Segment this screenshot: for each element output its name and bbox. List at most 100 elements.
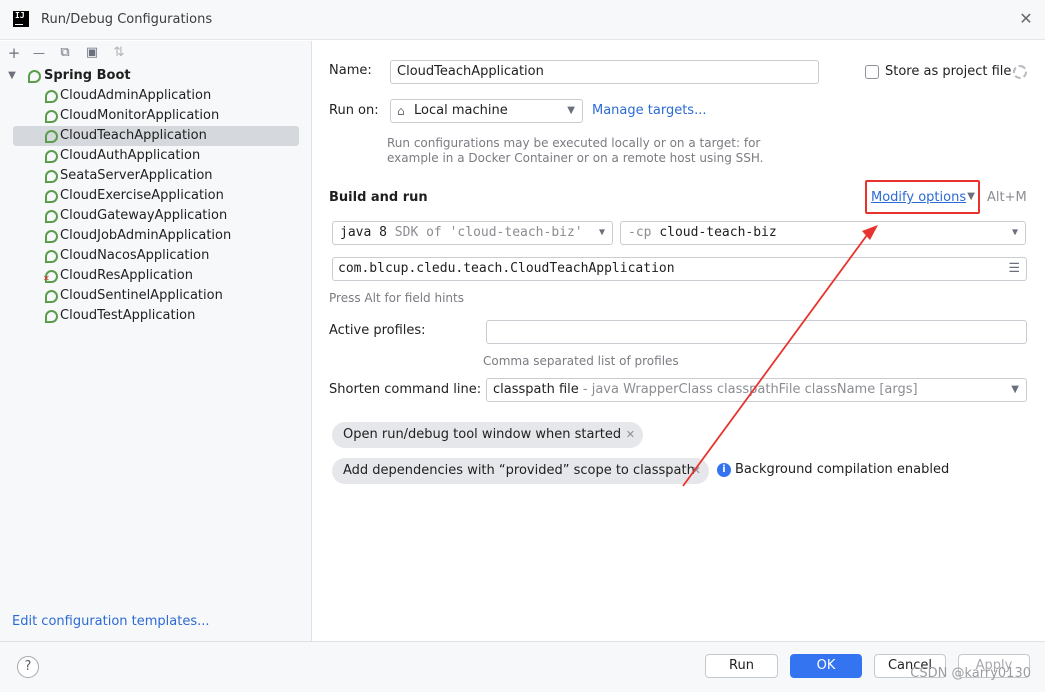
chevron-down-icon: ▼ [967, 191, 975, 202]
tree-item[interactable]: CloudTestApplication [0, 306, 300, 326]
spring-boot-icon [45, 110, 58, 123]
tree-item-label: CloudTestApplication [60, 308, 196, 323]
tree-item[interactable]: CloudNacosApplication [0, 246, 300, 266]
spring-boot-icon [45, 310, 58, 323]
browse-icon[interactable]: ☰ [1008, 258, 1020, 280]
name-label: Name: [329, 63, 372, 78]
intellij-logo-icon: IJ [13, 11, 29, 27]
store-as-project-label[interactable]: Store as project file [885, 63, 1011, 81]
cp-module: cloud-teach-biz [659, 225, 777, 240]
tree-item-label: CloudNacosApplication [60, 248, 210, 263]
tree-item[interactable]: CloudAdminApplication [0, 86, 300, 106]
copy-icon[interactable]: ⧉ [56, 43, 74, 63]
run-button[interactable]: Run [705, 654, 778, 678]
build-and-run-heading: Build and run [329, 190, 428, 205]
sort-icon[interactable]: ⇅ [110, 43, 128, 63]
help-icon[interactable]: ? [17, 656, 39, 678]
ok-button[interactable]: OK [790, 654, 862, 678]
remove-icon[interactable]: — [30, 43, 48, 63]
tree-group-spring-boot[interactable]: ▼ Spring Boot [0, 66, 300, 86]
close-icon[interactable]: ✕ [1017, 10, 1035, 28]
add-icon[interactable]: + [5, 43, 23, 63]
configurations-sidebar: + — ⧉ ▣ ⇅ ▼ Spring Boot CloudAdminApplic… [0, 41, 312, 641]
jdk-select[interactable]: java 8 SDK of 'cloud-teach-biz' ▼ [332, 221, 613, 245]
tree-item[interactable]: SeataServerApplication [0, 166, 300, 186]
jdk-sdk-label: SDK of 'cloud-teach-biz' [394, 225, 583, 240]
manage-targets-link[interactable]: Manage targets... [592, 102, 706, 120]
chevron-down-icon: ▼ [598, 227, 605, 238]
option-chip-provided-scope[interactable]: Add dependencies with “provided” scope t… [332, 458, 709, 484]
close-icon[interactable]: ✕ [692, 458, 701, 484]
run-on-hint-line-1: Run configurations may be executed local… [387, 136, 761, 150]
close-icon[interactable]: ✕ [626, 422, 635, 448]
chip-label: Add dependencies with “provided” scope t… [343, 463, 695, 478]
tree-item[interactable]: CloudExerciseApplication [0, 186, 300, 206]
spring-boot-icon [45, 290, 58, 303]
window-title: Run/Debug Configurations [41, 12, 213, 27]
spring-boot-icon [45, 170, 58, 183]
chevron-down-icon: ▼ [567, 105, 575, 116]
tree-item-selected[interactable]: CloudTeachApplication [13, 126, 299, 146]
chevron-down-icon: ▼ [1011, 384, 1019, 395]
tree-item-label: CloudTeachApplication [60, 128, 207, 143]
shorten-cmdline-label: Shorten command line: [329, 382, 482, 397]
run-on-select[interactable]: ⌂ Local machine ▼ [390, 99, 583, 123]
tree-item-label: CloudGatewayApplication [60, 208, 228, 223]
run-on-hint-line-2: example in a Docker Container or on a re… [387, 151, 764, 165]
spring-boot-error-icon [43, 270, 58, 283]
tree-item-label: CloudMonitorApplication [60, 108, 220, 123]
edit-templates-link[interactable]: Edit configuration templates... [12, 614, 210, 629]
tree-group-label: Spring Boot [44, 68, 131, 83]
spring-boot-icon [45, 90, 58, 103]
active-profiles-input[interactable] [486, 320, 1027, 344]
tree-item-label: CloudAuthApplication [60, 148, 201, 163]
tree-item-label: CloudSentinelApplication [60, 288, 223, 303]
tree-item-label: CloudExerciseApplication [60, 188, 224, 203]
home-icon: ⌂ [397, 104, 405, 118]
gear-icon[interactable] [1013, 65, 1027, 79]
jdk-java-version: java 8 [340, 225, 387, 240]
shorten-cmdline-value: classpath file [493, 382, 579, 397]
tree-item[interactable]: CloudMonitorApplication [0, 106, 300, 126]
tree-item[interactable]: CloudGatewayApplication [0, 206, 300, 226]
modify-options-shortcut: Alt+M [987, 190, 1027, 205]
spring-boot-icon [45, 190, 58, 203]
name-input[interactable]: CloudTeachApplication [390, 60, 819, 84]
chip-label: Open run/debug tool window when started [343, 427, 622, 442]
main-class-input[interactable]: com.blcup.cledu.teach.CloudTeachApplicat… [332, 257, 1027, 281]
tree-item[interactable]: CloudAuthApplication [0, 146, 300, 166]
tree-item-label: SeataServerApplication [60, 168, 213, 183]
spring-boot-icon [45, 230, 58, 243]
spring-boot-icon [45, 130, 58, 143]
tree-item[interactable]: CloudSentinelApplication [0, 286, 300, 306]
run-on-label: Run on: [329, 103, 379, 118]
tree-item-label: CloudJobAdminApplication [60, 228, 232, 243]
modify-options-link[interactable]: Modify options [871, 190, 966, 205]
info-icon: i [717, 463, 731, 477]
shorten-cmdline-select[interactable]: classpath file - java WrapperClass class… [486, 378, 1027, 402]
tree-item[interactable]: CloudResApplication [0, 266, 300, 286]
spring-boot-icon [45, 210, 58, 223]
run-on-value: Local machine [414, 103, 508, 118]
spring-boot-icon [45, 250, 58, 263]
classpath-module-select[interactable]: -cp cloud-teach-biz ▼ [620, 221, 1026, 245]
modify-options-highlight: Modify options ▼ [865, 180, 980, 214]
cp-flag: -cp [628, 225, 652, 240]
active-profiles-label: Active profiles: [329, 323, 426, 338]
field-hints-text: Press Alt for field hints [329, 291, 464, 305]
folder-icon[interactable]: ▣ [83, 43, 101, 63]
shorten-cmdline-desc: - java WrapperClass classpathFile classN… [582, 382, 918, 397]
chevron-down-icon: ▼ [1011, 227, 1018, 238]
tree-item-label: CloudResApplication [60, 268, 193, 283]
chevron-down-icon[interactable]: ▼ [6, 66, 18, 86]
background-compilation-text: Background compilation enabled [735, 462, 950, 477]
spring-boot-icon [45, 150, 58, 163]
main-class-value: com.blcup.cledu.teach.CloudTeachApplicat… [338, 261, 675, 276]
active-profiles-hint: Comma separated list of profiles [483, 354, 679, 368]
tree-item-label: CloudAdminApplication [60, 88, 212, 103]
option-chip-open-tool-window[interactable]: Open run/debug tool window when started … [332, 422, 643, 448]
tree-item[interactable]: CloudJobAdminApplication [0, 226, 300, 246]
store-as-project-checkbox[interactable] [865, 65, 879, 79]
spring-boot-icon [28, 70, 41, 83]
watermark: CSDN @karry0130 [910, 666, 1031, 681]
